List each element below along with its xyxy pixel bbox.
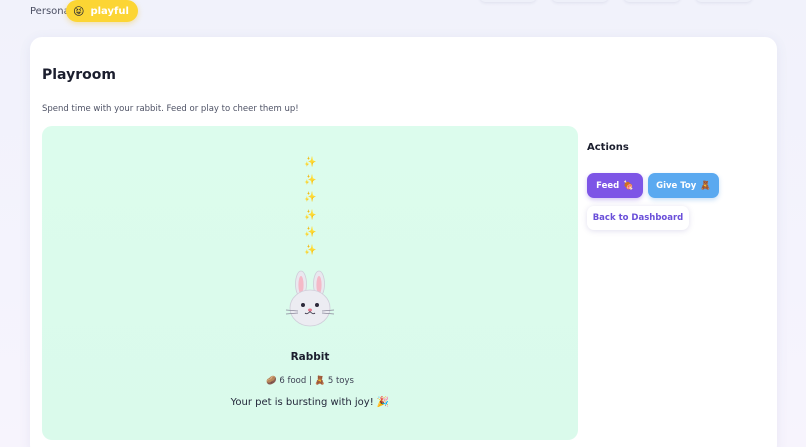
give-toy-button[interactable]: Give Toy 🧸 <box>648 173 719 198</box>
top-bar: Persona: 😝 playful <box>0 0 806 32</box>
sparkle-icon: ✨ <box>304 244 317 256</box>
persona-badge[interactable]: 😝 playful <box>66 0 138 22</box>
sparkle-icon: ✨ <box>304 192 317 203</box>
sparkle-icon: ✨ <box>304 157 317 168</box>
feed-button[interactable]: Feed 🍖 <box>587 173 643 198</box>
party-popper-icon: 🎉 <box>376 397 390 408</box>
mood-text: Your pet is bursting with joy! <box>230 397 374 408</box>
nav-tab-3[interactable] <box>624 0 680 2</box>
pet-inventory: 🥔 6 food | 🧸 5 toys <box>42 376 578 386</box>
toy-count: 5 toys <box>327 376 354 386</box>
food-icon: 🥔 <box>266 376 277 386</box>
page-title: Playroom <box>42 67 116 83</box>
actions-title: Actions <box>587 142 629 153</box>
feed-label: Feed <box>596 180 620 191</box>
nav-tab-1[interactable] <box>480 0 536 2</box>
stats-separator: | <box>308 376 312 386</box>
sparkle-icon: ✨ <box>304 209 317 221</box>
meat-icon: 🍖 <box>623 180 634 191</box>
pet-mood: Your pet is bursting with joy! 🎉 <box>42 397 578 408</box>
food-count: 6 food <box>279 376 307 386</box>
playroom-card: Playroom Spend time with your rabbit. Fe… <box>30 37 777 447</box>
nav-tab-4[interactable] <box>696 0 752 2</box>
persona-value: playful <box>90 5 129 17</box>
sparkle-icon: ✨ <box>304 174 317 186</box>
top-nav <box>480 0 752 2</box>
pet-name: Rabbit <box>290 351 330 363</box>
rabbit-face-icon <box>285 270 335 327</box>
sparkle-icon: ✨ <box>304 227 317 238</box>
persona-emoji-icon: 😝 <box>73 4 85 18</box>
back-to-dashboard-button[interactable]: Back to Dashboard <box>587 206 689 230</box>
sparkle-column: ✨ ✨ ✨ ✨ ✨ ✨ <box>304 154 316 259</box>
give-toy-label: Give Toy <box>656 180 697 191</box>
toy-icon: 🧸 <box>314 376 326 386</box>
nav-tab-2[interactable] <box>552 0 608 2</box>
page-subtitle: Spend time with your rabbit. Feed or pla… <box>42 104 299 114</box>
pet-stage: ✨ ✨ ✨ ✨ ✨ ✨ Rabbit 🥔 6 food | 🧸 5 toys Y… <box>42 126 578 440</box>
teddy-bear-icon: 🧸 <box>700 180 711 191</box>
